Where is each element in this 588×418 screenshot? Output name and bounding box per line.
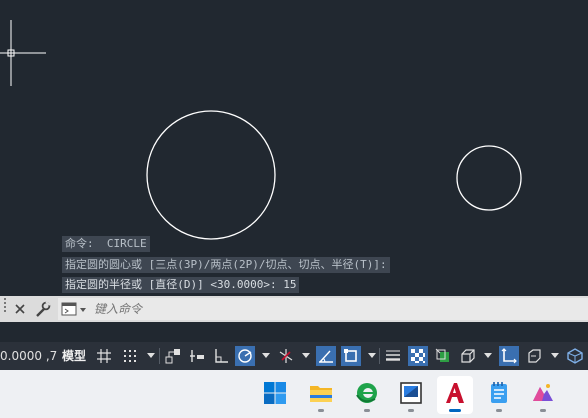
model-space-button[interactable]: 模型 bbox=[62, 346, 86, 366]
running-indicator bbox=[364, 409, 370, 412]
drawing-canvas[interactable]: 命令: CIRCLE 指定圆的圆心或 [三点(3P)/两点(2P)/切点、切点、… bbox=[0, 0, 588, 296]
edge-browser-icon[interactable] bbox=[349, 376, 385, 414]
other-app-icon[interactable] bbox=[525, 376, 561, 414]
crosshair-cursor bbox=[0, 20, 46, 86]
ortho-mode-icon[interactable] bbox=[211, 346, 231, 366]
chevron-down-icon[interactable] bbox=[147, 353, 155, 358]
dynamic-input-icon[interactable] bbox=[187, 346, 207, 366]
snap-icon[interactable] bbox=[120, 346, 140, 366]
polar-tracking-icon[interactable] bbox=[235, 346, 255, 366]
preview-app-icon[interactable] bbox=[393, 376, 429, 414]
running-indicator bbox=[408, 409, 414, 412]
command-history-line: 指定圆的圆心或 [三点(3P)/两点(2P)/切点、切点、半径(T)]: bbox=[62, 257, 390, 273]
circle-large[interactable] bbox=[146, 110, 276, 240]
running-indicator bbox=[318, 409, 324, 412]
windows-start-icon[interactable] bbox=[257, 376, 293, 414]
chevron-down-icon[interactable] bbox=[551, 353, 559, 358]
file-explorer-icon[interactable] bbox=[303, 376, 339, 414]
grid-icon[interactable] bbox=[94, 346, 114, 366]
transparency-icon[interactable] bbox=[408, 346, 428, 366]
canvas-bottom-strip bbox=[0, 322, 588, 342]
notepad-icon[interactable] bbox=[481, 376, 517, 414]
windows-taskbar bbox=[0, 370, 588, 418]
coordinate-readout[interactable]: 7, 0.0000 bbox=[0, 346, 58, 366]
selection-filter-icon[interactable] bbox=[524, 346, 544, 366]
chevron-down-icon[interactable] bbox=[302, 353, 310, 358]
divider bbox=[379, 348, 380, 364]
autocad-icon[interactable] bbox=[437, 376, 473, 414]
command-history-line: 命令: CIRCLE bbox=[62, 236, 150, 252]
chevron-down-icon[interactable] bbox=[484, 353, 492, 358]
status-bar: 7, 0.0000 模型 bbox=[0, 342, 588, 370]
command-input-field[interactable] bbox=[58, 298, 588, 320]
command-history-line: 指定圆的半径或 [直径(D)] <30.0000>: 15 bbox=[62, 277, 300, 293]
infer-constraints-icon[interactable] bbox=[163, 346, 183, 366]
running-indicator bbox=[496, 409, 502, 412]
dynamic-ucs-icon[interactable] bbox=[499, 346, 519, 366]
object-snap-icon[interactable] bbox=[341, 346, 361, 366]
command-input[interactable] bbox=[94, 300, 574, 318]
command-line-bar bbox=[0, 296, 588, 322]
isometric-drafting-icon[interactable] bbox=[276, 346, 296, 366]
active-indicator bbox=[449, 409, 461, 412]
selection-cycling-icon[interactable] bbox=[433, 346, 453, 366]
command-prompt-icon[interactable] bbox=[61, 301, 89, 317]
coordinate-value: 7, 0.0000 bbox=[0, 349, 58, 363]
close-icon[interactable] bbox=[13, 296, 27, 322]
lineweight-icon[interactable] bbox=[383, 346, 403, 366]
chevron-down-icon[interactable] bbox=[262, 353, 270, 358]
chevron-down-icon[interactable] bbox=[368, 353, 376, 358]
divider bbox=[159, 348, 160, 364]
gizmo-icon[interactable] bbox=[565, 346, 585, 366]
object-snap-tracking-icon[interactable] bbox=[316, 346, 336, 366]
circle-small[interactable] bbox=[456, 145, 522, 211]
wrench-icon[interactable] bbox=[34, 296, 52, 322]
3d-object-snap-icon[interactable] bbox=[458, 346, 478, 366]
command-line-grip[interactable] bbox=[4, 296, 10, 322]
running-indicator bbox=[540, 409, 546, 412]
